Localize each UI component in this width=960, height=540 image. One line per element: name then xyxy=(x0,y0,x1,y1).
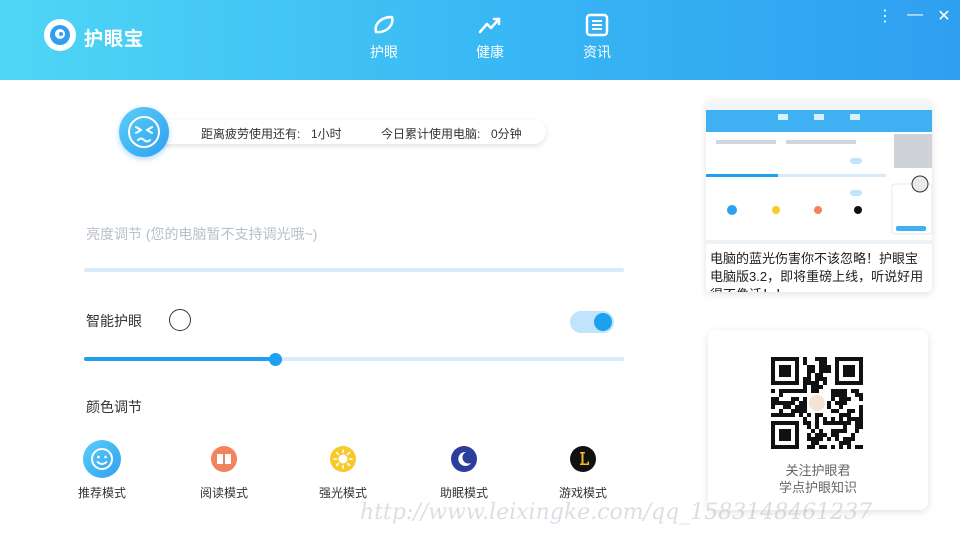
menu-button[interactable]: ⋮ xyxy=(875,6,895,26)
color-label: 颜色调节 xyxy=(86,399,142,415)
qr-code-image xyxy=(771,357,863,449)
mode-bright[interactable]: 强光模式 xyxy=(308,440,378,501)
mode-reading-label: 阅读模式 xyxy=(199,486,248,500)
title-bar: 护眼宝 护眼 健康 资讯 ⋮ — ✕ xyxy=(0,0,960,80)
qr-card: 关注护眼君 学点护眼知识 xyxy=(708,330,928,510)
news-headline[interactable]: 电脑的蓝光伤害你不该忽略！护眼宝电脑版3.2，即将重磅上线，听说好用得不像话！！… xyxy=(710,250,930,292)
mode-sleep[interactable]: 助眠模式 xyxy=(429,440,499,501)
watermark: http://www.leixingke.com/qq_158314846123… xyxy=(360,500,873,525)
mode-recommended[interactable]: 推荐模式 xyxy=(67,440,137,501)
game-l-icon xyxy=(570,446,596,472)
smart-eye-slider-fill xyxy=(84,357,276,361)
tab-eye-protection-label: 护眼 xyxy=(370,44,398,60)
tab-news[interactable]: 资讯 xyxy=(567,12,627,62)
fatigue-value: 1小时 xyxy=(311,127,342,141)
qr-line-2: 学点护眼知识 xyxy=(778,480,857,495)
fatigue-label: 距离疲劳使用还有: xyxy=(201,127,301,141)
usage-value: 0分钟 xyxy=(491,127,522,141)
mode-bright-label: 强光模式 xyxy=(318,486,367,500)
smart-eye-radio[interactable] xyxy=(169,309,191,331)
tab-eye-protection[interactable]: 护眼 xyxy=(354,12,414,62)
book-icon xyxy=(211,446,237,472)
mode-game[interactable]: 游戏模式 xyxy=(548,440,618,501)
tab-news-label: 资讯 xyxy=(583,44,611,60)
usage-label: 今日累计使用电脑: xyxy=(381,127,481,141)
smart-eye-slider[interactable] xyxy=(84,352,624,366)
trend-icon xyxy=(478,17,501,34)
tab-health-label: 健康 xyxy=(476,44,504,60)
app-title: 护眼宝 xyxy=(84,29,145,50)
smart-eye-label: 智能护眼 xyxy=(86,313,142,329)
mode-reading[interactable]: 阅读模式 xyxy=(189,440,259,501)
sun-icon xyxy=(330,446,356,472)
minimize-button[interactable]: — xyxy=(905,6,925,24)
leaf-icon xyxy=(374,15,394,34)
smart-eye-toggle[interactable] xyxy=(570,311,614,333)
toggle-knob xyxy=(594,313,612,331)
eye-logo-icon xyxy=(44,19,76,51)
brightness-label: 亮度调节 (您的电脑暂不支持调光哦~) xyxy=(86,226,318,242)
mode-game-label: 游戏模式 xyxy=(558,486,607,500)
tired-face-icon xyxy=(119,107,169,157)
news-card[interactable]: 电脑的蓝光伤害你不该忽略！护眼宝电脑版3.2，即将重磅上线，听说好用得不像话！！… xyxy=(706,100,932,292)
smart-eye-slider-thumb[interactable] xyxy=(269,352,283,366)
smile-icon xyxy=(83,440,121,478)
mode-sleep-label: 助眠模式 xyxy=(439,486,488,500)
news-thumbnail xyxy=(706,100,932,244)
brightness-slider xyxy=(84,268,624,272)
tab-health[interactable]: 健康 xyxy=(460,12,520,62)
mode-recommended-label: 推荐模式 xyxy=(77,486,126,500)
document-icon xyxy=(585,13,609,37)
moon-icon xyxy=(451,446,477,472)
close-button[interactable]: ✕ xyxy=(934,6,954,26)
